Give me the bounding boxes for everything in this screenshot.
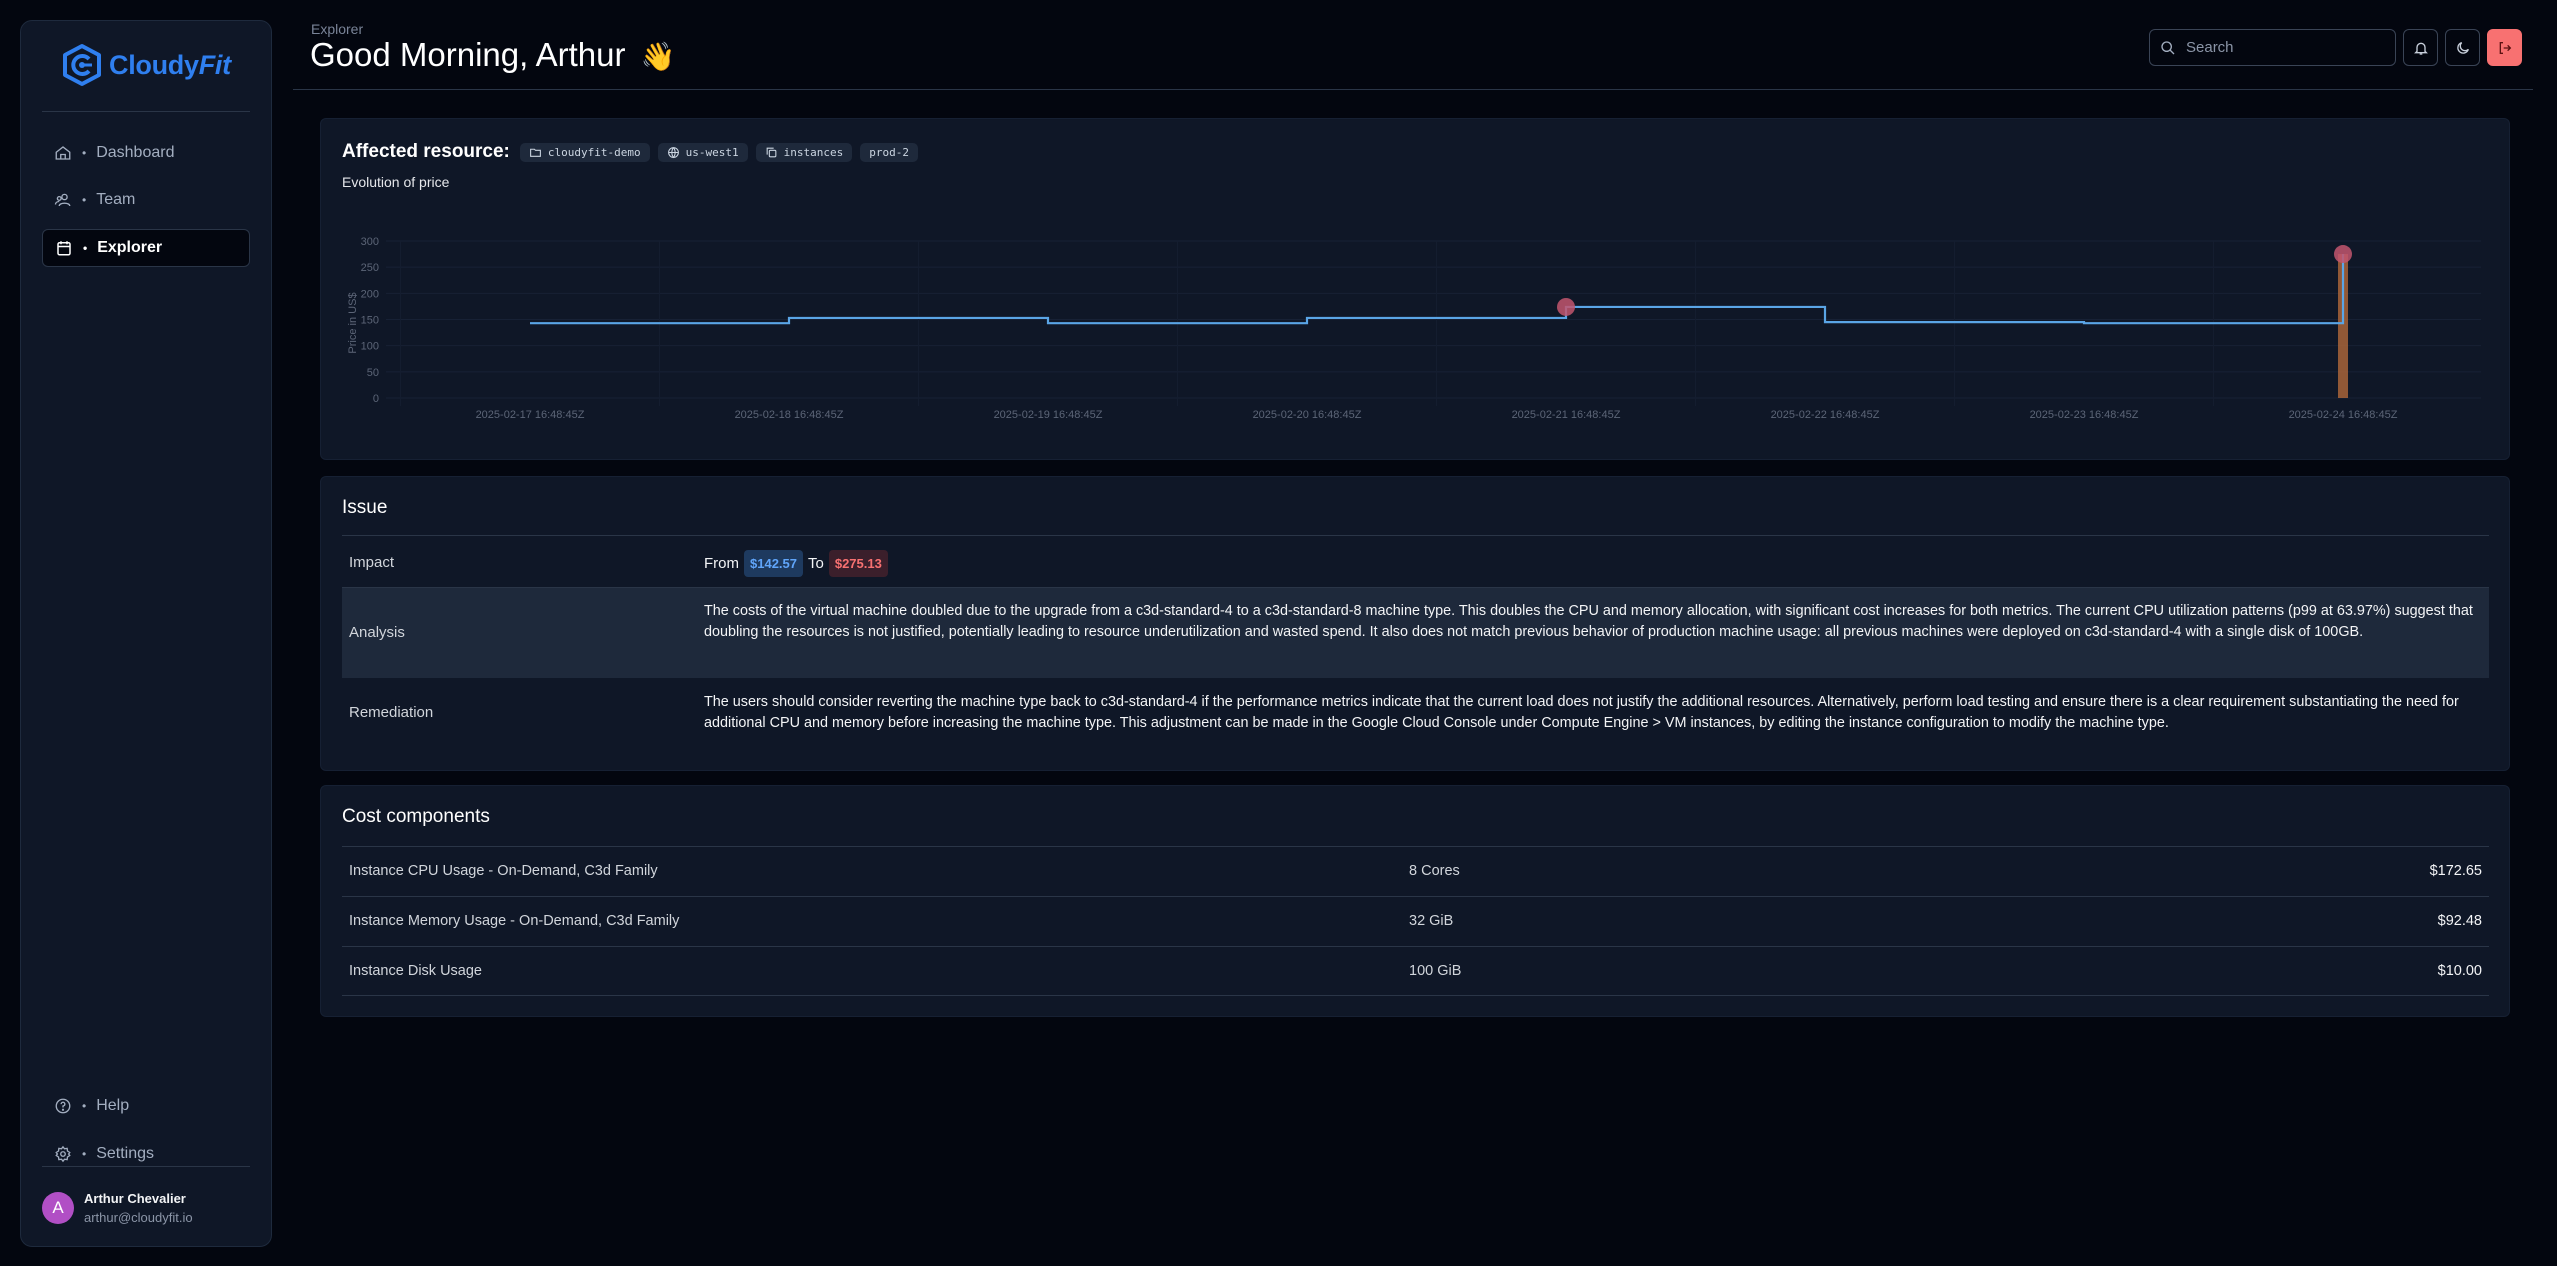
logo-text: CloudyFit bbox=[109, 49, 231, 80]
analysis-row: Analysis The costs of the virtual machin… bbox=[342, 587, 2489, 678]
issue-title: Issue bbox=[342, 497, 388, 518]
sidebar-item-label: Explorer bbox=[97, 239, 163, 256]
cost-quantity: 8 Cores bbox=[1409, 863, 1460, 879]
impact-row: Impact From $142.57 To $275.13 bbox=[342, 535, 2489, 587]
sidebar-divider bbox=[42, 1166, 250, 1167]
sidebar-item-team[interactable]: • Team bbox=[42, 181, 250, 219]
analysis-text: The costs of the virtual machine doubled… bbox=[704, 603, 2473, 640]
impact-label: Impact bbox=[349, 554, 395, 571]
home-icon bbox=[55, 146, 71, 160]
bullet: • bbox=[82, 146, 87, 160]
remediation-row: Remediation The users should consider re… bbox=[342, 678, 2489, 750]
to-price-badge: $275.13 bbox=[828, 550, 888, 577]
x-tick-label: 2025-02-18 16:48:45Z bbox=[735, 409, 844, 421]
sidebar-divider bbox=[42, 111, 250, 112]
cost-name: Instance CPU Usage - On-Demand, C3d Fami… bbox=[349, 863, 658, 879]
notifications-button[interactable] bbox=[2403, 29, 2438, 66]
issue-card: Issue Impact From $142.57 To $275.13 Ana… bbox=[320, 476, 2510, 771]
calendar-icon bbox=[57, 241, 71, 256]
x-axis-ticks: 2025-02-17 16:48:45Z 2025-02-18 16:48:45Z… bbox=[476, 409, 2398, 421]
help-circle-icon bbox=[55, 1098, 71, 1114]
analysis-label: Analysis bbox=[349, 624, 405, 641]
sidebar-item-label: Settings bbox=[96, 1145, 155, 1162]
highlight-point bbox=[1557, 297, 1575, 316]
y-tick-label: 0 bbox=[373, 393, 379, 405]
y-tick-label: 50 bbox=[367, 367, 379, 379]
y-tick-label: 300 bbox=[361, 236, 379, 248]
to-label: To bbox=[808, 555, 824, 572]
moon-icon bbox=[2456, 41, 2469, 54]
cost-price: $172.65 bbox=[2429, 863, 2482, 879]
remediation-label: Remediation bbox=[349, 704, 434, 721]
sidebar-item-settings[interactable]: • Settings bbox=[42, 1135, 250, 1173]
chart-marks bbox=[530, 245, 2352, 398]
logout-button[interactable] bbox=[2487, 29, 2522, 66]
search-box[interactable] bbox=[2149, 29, 2396, 66]
search-icon bbox=[2161, 40, 2175, 54]
x-tick-label: 2025-02-22 16:48:45Z bbox=[1771, 409, 1880, 421]
logout-icon bbox=[2499, 41, 2511, 54]
cost-price: $10.00 bbox=[2437, 963, 2482, 979]
greeting-text: Good Morning, Arthur bbox=[310, 36, 626, 73]
highlight-point bbox=[2334, 245, 2352, 264]
breadcrumb[interactable]: Explorer bbox=[311, 21, 363, 37]
affected-resource-card: Affected resource: cloudyfit-demo us-wes… bbox=[320, 118, 2510, 460]
from-price-badge: $142.57 bbox=[744, 550, 803, 577]
sidebar-item-explorer[interactable]: • Explorer bbox=[42, 229, 250, 267]
cost-quantity: 100 GiB bbox=[1409, 963, 1462, 979]
remediation-text: The users should consider reverting the … bbox=[704, 694, 2459, 731]
from-label: From bbox=[704, 555, 739, 572]
waving-hand-icon: 👋 bbox=[640, 41, 676, 72]
x-tick-label: 2025-02-21 16:48:45Z bbox=[1512, 409, 1621, 421]
gear-icon bbox=[55, 1145, 71, 1163]
price-chart: 050100150200250300 2025-02-17 16:48:45Z 2… bbox=[347, 236, 2481, 421]
user-profile[interactable]: A Arthur Chevalier arthur@cloudyfit.io bbox=[42, 1191, 193, 1225]
bell-icon bbox=[2413, 42, 2428, 55]
x-tick-label: 2025-02-24 16:48:45Z bbox=[2289, 409, 2398, 421]
sidebar: CloudyFit • Dashboard • Team • Explorer … bbox=[20, 20, 272, 1247]
bullet: • bbox=[83, 241, 88, 255]
table-row[interactable]: Instance Disk Usage 100 GiB $10.00 bbox=[342, 946, 2489, 996]
cost-name: Instance Disk Usage bbox=[349, 963, 482, 979]
sidebar-item-label: Help bbox=[96, 1097, 130, 1114]
y-tick-label: 200 bbox=[361, 288, 379, 300]
x-tick-label: 2025-02-20 16:48:45Z bbox=[1253, 409, 1362, 421]
user-email: arthur@cloudyfit.io bbox=[84, 1210, 193, 1225]
user-name: Arthur Chevalier bbox=[84, 1191, 186, 1206]
logo[interactable]: CloudyFit bbox=[61, 43, 231, 87]
cost-price: $92.48 bbox=[2437, 913, 2482, 929]
avatar: A bbox=[42, 1192, 74, 1224]
cost-components-title: Cost components bbox=[342, 806, 490, 827]
bullet: • bbox=[82, 193, 87, 207]
y-axis-ticks: 0 50 100 150 200 250 300 bbox=[361, 236, 379, 405]
y-tick-label: 150 bbox=[361, 315, 379, 327]
y-axis-label: Price in US$ bbox=[347, 292, 359, 353]
sidebar-item-label: Dashboard bbox=[96, 144, 175, 161]
cloudyfit-logo-icon bbox=[63, 44, 101, 86]
x-tick-label: 2025-02-23 16:48:45Z bbox=[2030, 409, 2139, 421]
impact-value: From $142.57 To $275.13 bbox=[704, 550, 2484, 577]
cost-components-card: Cost components Instance CPU Usage - On-… bbox=[320, 785, 2510, 1017]
bullet: • bbox=[82, 1099, 87, 1113]
users-icon bbox=[54, 193, 71, 207]
x-tick-label: 2025-02-17 16:48:45Z bbox=[476, 409, 585, 421]
cost-quantity: 32 GiB bbox=[1409, 913, 1454, 929]
table-row[interactable]: Instance Memory Usage - On-Demand, C3d F… bbox=[342, 896, 2489, 946]
theme-toggle-button[interactable] bbox=[2445, 29, 2480, 66]
search-input[interactable] bbox=[2186, 39, 2376, 56]
sidebar-item-help[interactable]: • Help bbox=[42, 1087, 250, 1125]
table-row[interactable]: Instance CPU Usage - On-Demand, C3d Fami… bbox=[342, 846, 2489, 896]
bullet: • bbox=[82, 1147, 87, 1161]
sidebar-item-dashboard[interactable]: • Dashboard bbox=[42, 134, 250, 172]
cost-name: Instance Memory Usage - On-Demand, C3d F… bbox=[349, 913, 680, 929]
y-tick-label: 100 bbox=[361, 341, 379, 353]
header: Explorer Good Morning, Arthur 👋 bbox=[293, 0, 2533, 90]
page-title: Good Morning, Arthur 👋 bbox=[310, 36, 676, 74]
y-tick-label: 250 bbox=[361, 262, 379, 274]
sidebar-item-label: Team bbox=[96, 191, 136, 208]
x-tick-label: 2025-02-19 16:48:45Z bbox=[994, 409, 1103, 421]
